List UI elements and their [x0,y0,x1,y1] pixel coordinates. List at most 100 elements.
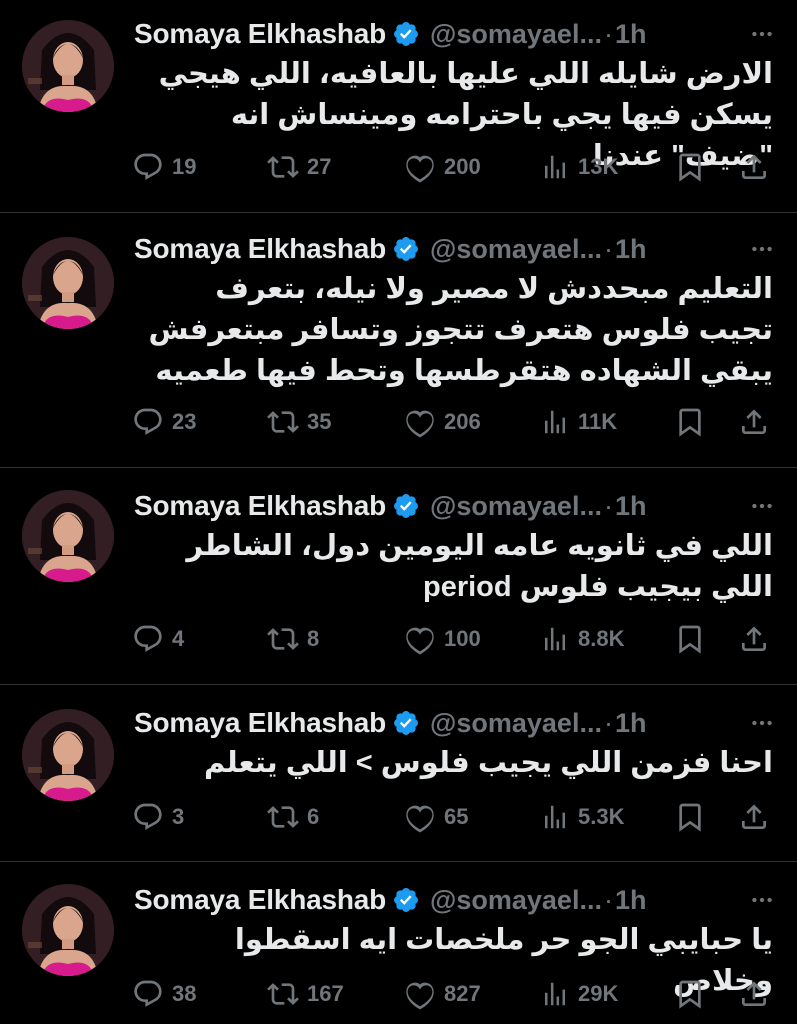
avatar[interactable] [22,20,114,112]
retweet-count: 8 [307,626,320,651]
reply-button[interactable]: 3 [132,797,184,837]
more-icon [752,246,772,252]
verified-badge-icon [394,888,418,912]
timestamp[interactable]: 1h [615,234,647,265]
share-button[interactable] [738,797,770,837]
more-button[interactable] [747,885,777,915]
retweet-button[interactable]: 6 [267,797,319,837]
tweet-header: Somaya Elkhashab @somayael... · 1h [134,880,777,920]
display-name[interactable]: Somaya Elkhashab [134,707,386,739]
like-count: 827 [444,981,481,1006]
views-button[interactable]: 13K [540,147,618,187]
share-button[interactable] [738,619,770,659]
display-name[interactable]: Somaya Elkhashab [134,490,386,522]
views-button[interactable]: 29K [540,974,618,1014]
user-handle[interactable]: @somayael... [430,491,602,522]
tweet-text: احنا فزمن اللي يجيب فلوس > اللي يتعلم [203,747,773,779]
views-button[interactable]: 5.3K [540,797,624,837]
like-button[interactable]: 200 [404,147,481,187]
share-icon [742,626,766,651]
more-icon [752,31,772,37]
more-icon [752,503,772,509]
separator-dot: · [603,233,613,264]
avatar-photo [22,709,114,801]
share-button[interactable] [738,974,770,1014]
more-button[interactable] [747,708,777,738]
bookmark-button[interactable] [674,402,706,442]
views-button[interactable]: 8.8K [540,619,624,659]
avatar[interactable] [22,709,114,801]
bookmark-icon [679,153,701,182]
views-icon [545,627,565,651]
verified-badge-icon [394,494,418,518]
user-handle[interactable]: @somayael... [430,19,602,50]
avatar-photo [22,884,114,976]
retweet-button[interactable]: 8 [267,619,319,659]
more-icon [752,897,772,903]
share-icon [742,154,766,179]
more-icon [752,720,772,726]
like-count: 100 [444,626,481,651]
user-handle[interactable]: @somayael... [430,885,602,916]
tweet-header: Somaya Elkhashab @somayael... · 1h [134,14,777,54]
retweet-count: 35 [307,409,332,434]
reply-button[interactable]: 23 [132,402,196,442]
bookmark-icon [679,408,701,437]
more-button[interactable] [747,234,777,264]
retweet-button[interactable]: 35 [267,402,331,442]
bookmark-button[interactable] [674,619,706,659]
reply-count: 4 [172,626,185,651]
display-name[interactable]: Somaya Elkhashab [134,884,386,916]
bookmark-icon [679,625,701,654]
reply-count: 38 [172,981,197,1006]
retweet-count: 6 [307,804,320,829]
tweet[interactable]: Somaya Elkhashab @somayael... · 1h احنا … [0,685,797,862]
avatar-photo [22,490,114,582]
retweet-button[interactable]: 27 [267,147,331,187]
more-button[interactable] [747,19,777,49]
reply-button[interactable]: 38 [132,974,196,1014]
timestamp[interactable]: 1h [615,708,647,739]
avatar[interactable] [22,237,114,329]
tweet-header: Somaya Elkhashab @somayael... · 1h [134,703,777,743]
views-icon [545,155,565,179]
tweet[interactable]: Somaya Elkhashab @somayael... · 1h الارض… [0,0,797,213]
user-handle[interactable]: @somayael... [430,234,602,265]
timestamp[interactable]: 1h [615,885,647,916]
tweet[interactable]: Somaya Elkhashab @somayael... · 1h يا حب… [0,862,797,1024]
reply-button[interactable]: 4 [132,619,184,659]
retweet-count: 167 [307,981,344,1006]
retweet-icon [267,983,299,1005]
verified-badge-icon [394,711,418,735]
heart-icon [406,982,434,1010]
share-button[interactable] [738,402,770,442]
share-button[interactable] [738,147,770,187]
user-handle[interactable]: @somayael... [430,708,602,739]
retweet-icon [267,156,299,178]
like-button[interactable]: 100 [404,619,481,659]
bookmark-button[interactable] [674,797,706,837]
heart-icon [406,627,434,655]
display-name[interactable]: Somaya Elkhashab [134,18,386,50]
reply-count: 19 [172,154,197,179]
like-button[interactable]: 65 [404,797,468,837]
bookmark-button[interactable] [674,147,706,187]
avatar[interactable] [22,490,114,582]
timestamp[interactable]: 1h [615,19,647,50]
tweet-text: التعليم مبحددش لا مصير ولا نيله، بتعرف ت… [148,273,773,387]
tweet-actions: 19 27 200 13K [132,147,773,187]
views-count: 29K [578,981,619,1006]
tweet[interactable]: Somaya Elkhashab @somayael... · 1h التعل… [0,213,797,468]
like-button[interactable]: 206 [404,402,481,442]
avatar[interactable] [22,884,114,976]
tweet-actions: 23 35 206 11K [132,402,773,442]
retweet-button[interactable]: 167 [267,974,344,1014]
display-name[interactable]: Somaya Elkhashab [134,233,386,265]
bookmark-button[interactable] [674,974,706,1014]
timestamp[interactable]: 1h [615,491,647,522]
more-button[interactable] [747,491,777,521]
views-button[interactable]: 11K [540,402,617,442]
reply-button[interactable]: 19 [132,147,196,187]
tweet[interactable]: Somaya Elkhashab @somayael... · 1h اللي … [0,468,797,685]
like-button[interactable]: 827 [404,974,481,1014]
